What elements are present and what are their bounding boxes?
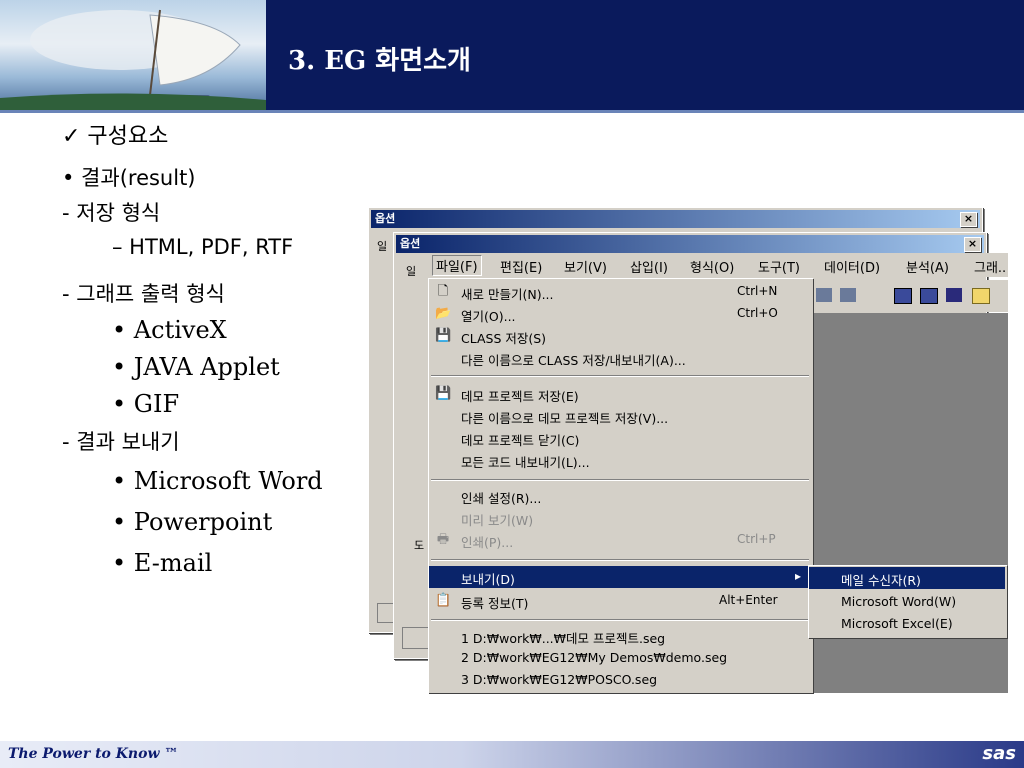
toolbar-icon[interactable] [816,288,832,302]
properties-icon: 📋 [435,593,452,608]
front-label-fragment: 도 [414,539,425,552]
printer-icon: 🖶 [436,532,450,547]
menu-tools[interactable]: 도구(T) [758,257,800,276]
open-folder-icon: 📂 [435,306,452,321]
menu-item-properties[interactable]: 📋 등록 정보(T) Alt+Enter [429,590,811,612]
menu-insert[interactable]: 삽입(I) [630,257,668,276]
menu-separator [431,375,809,377]
slide-footer: The Power to Know ™ sas [0,741,1024,768]
graph-type-activex: • ActiveX [112,316,227,344]
front-title-bar: 옵션 × [396,235,984,253]
toolbar-icon[interactable] [946,288,962,302]
menu-item-recent-2[interactable]: 2 D:₩work₩EG12₩My Demos₩demo.seg [429,647,811,669]
header-divider [0,110,1024,113]
close-icon[interactable]: × [960,212,977,227]
sailboat-illustration [0,9,266,110]
menu-item-print-setup[interactable]: 인쇄 설정(R)... [429,485,811,507]
back-title-bar: 옵션 × [371,210,980,228]
save-disk-icon: 💾 [435,328,452,343]
menu-item-recent-3[interactable]: 3 D:₩work₩EG12₩POSCO.seg [429,669,811,691]
menu-view[interactable]: 보기(V) [564,257,607,276]
toolbar-icon[interactable] [840,288,856,302]
menu-item-save-class-as[interactable]: 다른 이름으로 CLASS 저장/내보내기(A)... [429,347,811,369]
menu-item-save-project-as[interactable]: 다른 이름으로 데모 프로젝트 저장(V)... [429,405,811,427]
menu-separator [431,479,809,481]
menu-format[interactable]: 형식(O) [690,257,734,276]
graph-type-gif: • GIF [112,390,180,418]
menu-item-print: 🖶 인쇄(P)... Ctrl+P [436,532,776,550]
back-tab-fragment[interactable]: 일 [377,238,387,254]
storage-format-types: – HTML, PDF, RTF [112,235,294,259]
menu-analysis[interactable]: 분석(A) [906,257,949,276]
footer-tagline: The Power to Know ™ [8,746,179,762]
front-tab-fragment[interactable]: 일 [406,263,416,279]
bullet-result: • 결과(result) [62,166,196,190]
submenu-item-mail[interactable]: 메일 수신자(R) [809,567,1005,589]
menu-separator [431,619,809,621]
menu-item-export-code[interactable]: 모든 코드 내보내기(L)... [429,449,811,471]
submenu-arrow-icon: ▸ [795,569,802,583]
header-image [0,0,266,110]
menu-item-save-project[interactable]: 💾 데모 프로젝트 저장(E) [429,383,811,405]
file-menu: 🗋 새로 만들기(N)... Ctrl+N 📂 열기(O)... Ctrl+O 💾 CLA… [428,278,813,693]
save-project-icon: 💾 [435,386,452,401]
export-word: • Microsoft Word [112,467,323,495]
menu-graph[interactable]: 그래.. [974,257,1006,276]
menu-item-recent-1[interactable]: 1 D:₩work₩...₩데모 프로젝트.seg [429,625,811,647]
export-powerpoint: • Powerpoint [112,508,273,536]
sas-logo: sas [982,743,1016,764]
storage-format-label: - 저장 형식 [62,201,161,225]
app-menubar: 파일(F) 편집(E) 보기(V) 삽입(I) 형식(O) 도구(T) 데이터(… [428,253,1008,277]
graph-type-java: • JAVA Applet [112,353,280,381]
menu-item-save-class[interactable]: 💾 CLASS 저장(S) [429,325,811,347]
slide-title: 3. EG 화면소개 [288,46,471,76]
menu-item-close-project[interactable]: 데모 프로젝트 닫기(C) [429,427,811,449]
export-label: - 결과 보내기 [62,430,180,454]
heading-components: ✓ 구성요소 [62,124,169,149]
submenu-item-excel[interactable]: Microsoft Excel(E) [809,613,1005,635]
send-submenu: 메일 수신자(R) Microsoft Word(W) Microsoft Ex… [808,565,1007,638]
menu-separator [431,559,809,561]
new-file-icon: 🗋 [437,284,449,299]
menu-edit[interactable]: 편집(E) [500,257,542,276]
submenu-item-word[interactable]: Microsoft Word(W) [809,591,1005,613]
back-title-text: 옵션 [375,212,396,225]
menu-item-open[interactable]: 📂 열기(O)... Ctrl+O [429,303,811,325]
front-title-text: 옵션 [400,237,421,250]
menu-file[interactable]: 파일(F) [432,255,482,276]
slide-header: 3. EG 화면소개 [0,0,1024,113]
menu-item-send[interactable]: 보내기(D) ▸ [429,566,811,588]
app-toolbar [812,280,1008,312]
folder-icon[interactable] [972,288,990,304]
menu-item-preview: 미리 보기(W) [461,513,534,528]
menu-data[interactable]: 데이터(D) [824,257,880,276]
close-icon[interactable]: × [964,237,981,252]
graph-format-label: - 그래프 출력 형식 [62,282,225,306]
toolbar-icon[interactable] [894,288,912,304]
menu-item-new[interactable]: 🗋 새로 만들기(N)... Ctrl+N [429,281,811,303]
export-email: • E-mail [112,549,213,577]
toolbar-icon[interactable] [920,288,938,304]
